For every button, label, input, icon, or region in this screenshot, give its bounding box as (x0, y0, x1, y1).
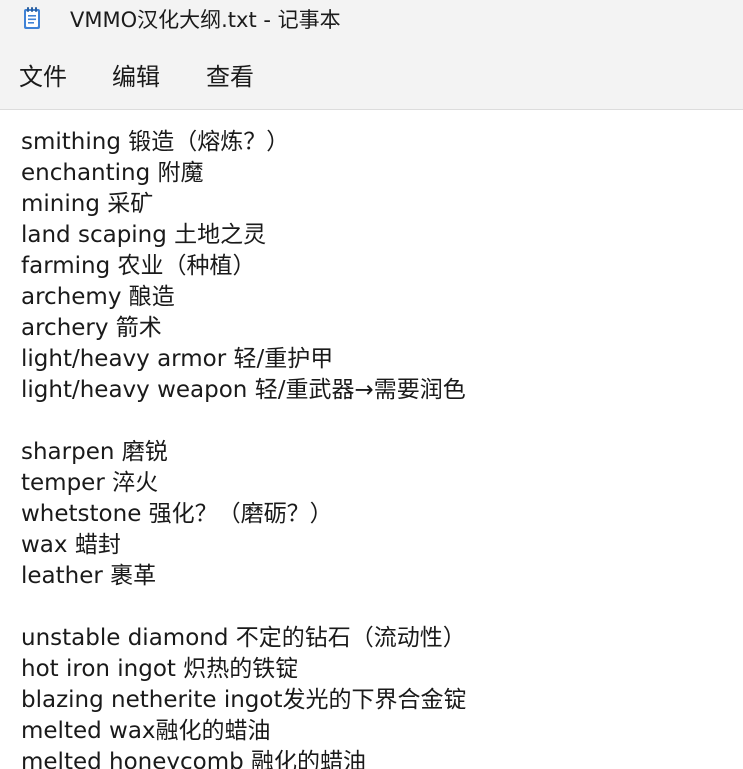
text-line: archemy 酿造 (21, 284, 175, 310)
text-editor[interactable]: smithing 锻造（熔炼？） enchanting 附魔 mining 采矿… (0, 110, 743, 769)
text-line: farming 农业（种植） (21, 253, 256, 279)
text-line: hot iron ingot 炽热的铁锭 (21, 656, 299, 682)
menu-edit[interactable]: 编辑 (112, 61, 160, 93)
text-line: enchanting 附魔 (21, 160, 204, 186)
menu-view[interactable]: 查看 (206, 61, 254, 93)
text-line: archery 箭术 (21, 315, 162, 341)
text-line: leather 裹革 (21, 563, 157, 589)
menu-bar: 文件 编辑 查看 (0, 44, 743, 110)
text-line: smithing 锻造（熔炼？） (21, 129, 290, 155)
text-line: wax 蜡封 (21, 532, 121, 558)
window-title: VMMO汉化大纲.txt - 记事本 (70, 8, 341, 32)
text-line: temper 淬火 (21, 470, 159, 496)
text-line: blazing netherite ingot发光的下界合金锭 (21, 687, 467, 713)
text-line: light/heavy weapon 轻/重武器→需要润色 (21, 377, 466, 403)
text-line: mining 采矿 (21, 191, 154, 217)
title-bar[interactable]: VMMO汉化大纲.txt - 记事本 (0, 0, 743, 44)
text-line: land scaping 土地之灵 (21, 222, 267, 248)
text-line: sharpen 磨锐 (21, 439, 168, 465)
notepad-window: VMMO汉化大纲.txt - 记事本 文件 编辑 查看 smithing 锻造（… (0, 0, 743, 769)
text-line: whetstone 强化？（磨砺？） (21, 501, 333, 527)
menu-file[interactable]: 文件 (19, 61, 67, 93)
text-line: light/heavy armor 轻/重护甲 (21, 346, 334, 372)
text-line: unstable diamond 不定的钻石（流动性） (21, 625, 466, 651)
text-line: melted honeycomb 融化的蜡油 (21, 749, 367, 769)
notepad-icon (24, 7, 40, 29)
editor-content[interactable]: smithing 锻造（熔炼？） enchanting 附魔 mining 采矿… (21, 127, 467, 769)
text-line: melted wax融化的蜡油 (21, 718, 271, 744)
